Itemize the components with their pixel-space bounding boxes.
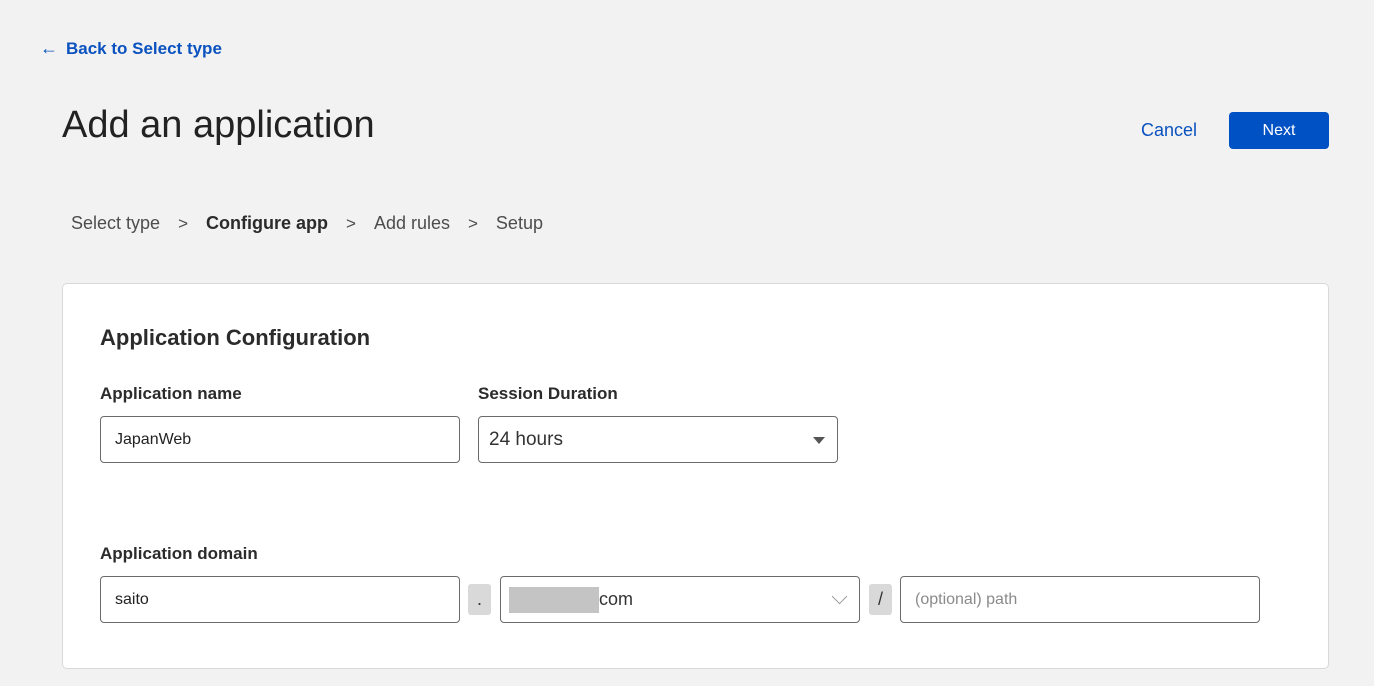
application-configuration-card: Application Configuration Application na… xyxy=(62,283,1329,669)
application-domain-label: Application domain xyxy=(100,544,258,563)
breadcrumb-step-setup: Setup xyxy=(495,213,543,233)
arrow-left-icon: ← xyxy=(40,38,58,58)
breadcrumb-separator: > xyxy=(467,213,478,233)
back-link[interactable]: ← Back to Select type xyxy=(40,38,222,59)
application-name-label: Application name xyxy=(100,384,242,403)
card-title: Application Configuration xyxy=(100,325,371,350)
session-duration-select[interactable]: 24 hours xyxy=(478,416,838,463)
next-button[interactable]: Next xyxy=(1229,112,1329,149)
redacted-domain xyxy=(509,586,599,613)
dot-separator: . xyxy=(468,584,491,615)
breadcrumb-step-add-rules: Add rules xyxy=(373,213,450,233)
subdomain-input[interactable] xyxy=(100,576,460,623)
caret-down-icon xyxy=(813,437,825,444)
page-title: Add an application xyxy=(62,104,375,146)
session-duration-label: Session Duration xyxy=(478,384,618,403)
breadcrumb-separator: > xyxy=(346,213,356,233)
breadcrumb-step-select-type: Select type xyxy=(71,213,161,233)
domain-suffix: com xyxy=(599,589,634,609)
application-name-input[interactable] xyxy=(100,416,460,463)
back-link-label: Back to Select type xyxy=(66,38,222,58)
session-duration-value: 24 hours xyxy=(489,428,563,450)
chevron-down-icon xyxy=(831,588,848,605)
cancel-button[interactable]: Cancel xyxy=(1130,112,1208,149)
slash-separator: / xyxy=(869,584,892,615)
path-input[interactable] xyxy=(900,576,1260,623)
breadcrumb-separator: > xyxy=(178,213,188,233)
breadcrumb: Select type > Configure app > Add rules … xyxy=(71,213,543,234)
breadcrumb-step-configure-app: Configure app xyxy=(206,213,328,233)
domain-select[interactable]: com xyxy=(500,576,860,623)
